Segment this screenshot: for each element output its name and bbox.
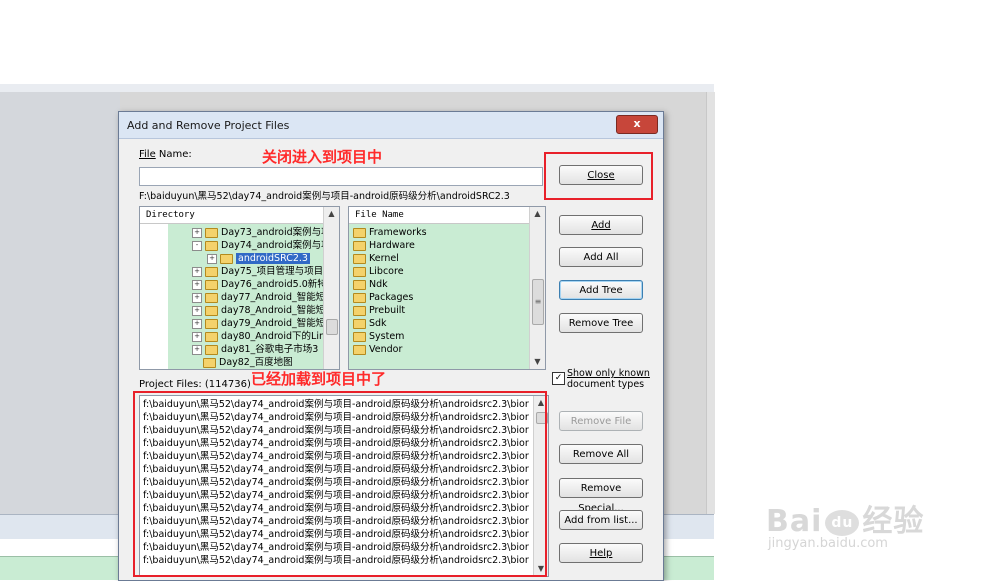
add-all-button[interactable]: Add All: [559, 247, 643, 267]
file-list-header: File Name: [349, 207, 545, 224]
folder-icon: [205, 344, 218, 355]
background-scrollbar[interactable]: [706, 92, 715, 514]
paw-icon: du: [825, 509, 860, 536]
folder-icon: [353, 266, 366, 277]
remove-file-button[interactable]: Remove File: [559, 411, 643, 431]
folder-icon: [220, 253, 233, 264]
folder-icon: [353, 305, 366, 316]
file-list-area: Frameworks Hardware Kernel Libcore Ndk P…: [349, 224, 529, 369]
file-name-input[interactable]: [139, 167, 543, 186]
help-button[interactable]: Help: [559, 543, 643, 563]
baidu-jingyan-logo: Bai du 经验: [766, 504, 925, 539]
add-remove-project-files-dialog: Add and Remove Project Files x File Name…: [118, 111, 664, 581]
folder-icon: [353, 331, 366, 342]
tree-item[interactable]: + Day76_android5.0新特: [192, 278, 327, 291]
directory-header: Directory: [140, 207, 339, 224]
remove-all-button[interactable]: Remove All: [559, 444, 643, 464]
directory-tree-area: + Day73_android案例与项 - Day74_android案例与项 + a…: [140, 224, 331, 369]
scroll-down-arrow-icon[interactable]: ▼: [530, 355, 545, 369]
folder-icon: [353, 240, 366, 251]
remove-tree-button[interactable]: Remove Tree: [559, 313, 643, 333]
add-tree-button[interactable]: Add Tree: [559, 280, 643, 300]
tree-item[interactable]: + day80_Android下的Linu: [192, 330, 331, 343]
file-list-scrollbar[interactable]: ▲ ≡ ▼: [529, 207, 545, 369]
file-name-label: File Name:: [139, 149, 192, 160]
file-item[interactable]: Libcore: [353, 265, 404, 278]
directory-scrollbar[interactable]: ▲: [323, 207, 339, 369]
folder-icon: [353, 253, 366, 264]
folder-icon: [205, 305, 218, 316]
folder-icon: [205, 292, 218, 303]
dialog-title: Add and Remove Project Files: [127, 119, 290, 132]
tree-item[interactable]: + day77_Android_智能短: [192, 291, 325, 304]
file-item[interactable]: Vendor: [353, 343, 402, 356]
file-item[interactable]: Kernel: [353, 252, 399, 265]
remove-special-button[interactable]: Remove Special...: [559, 478, 643, 514]
folder-icon: [353, 279, 366, 290]
file-item[interactable]: Frameworks: [353, 226, 427, 239]
annotation-loaded-note: 已经加载到项目中了: [251, 370, 387, 388]
folder-icon: [205, 266, 218, 277]
file-item[interactable]: Packages: [353, 291, 413, 304]
scroll-up-arrow-icon[interactable]: ▲: [530, 207, 545, 221]
scroll-thumb[interactable]: ≡: [532, 279, 544, 325]
file-item[interactable]: System: [353, 330, 404, 343]
folder-icon: [205, 240, 218, 251]
folder-icon: [203, 357, 216, 368]
tree-item[interactable]: + Day75_项目管理与项目: [192, 265, 323, 278]
watermark-url: jingyan.baidu.com: [768, 536, 888, 551]
add-button[interactable]: Add: [559, 215, 643, 235]
project-files-label: Project Files: (114736): [139, 379, 251, 390]
folder-icon: [205, 279, 218, 290]
tree-item[interactable]: + day79_Android_智能短: [192, 317, 325, 330]
background-left-panel: [0, 92, 120, 514]
show-known-types-label: Show only known document types: [567, 368, 650, 390]
dialog-titlebar: Add and Remove Project Files x: [119, 112, 663, 139]
directory-tree[interactable]: Directory + Day73_android案例与项 - Day74_andr…: [139, 206, 340, 370]
folder-icon: [205, 227, 218, 238]
folder-icon: [353, 292, 366, 303]
tree-item[interactable]: + Day73_android案例与项: [192, 226, 331, 239]
folder-icon: [205, 331, 218, 342]
file-item[interactable]: Sdk: [353, 317, 387, 330]
window-close-button[interactable]: x: [616, 115, 658, 134]
annotation-close-note: 关闭进入到项目中: [262, 148, 383, 166]
file-name-list[interactable]: File Name Frameworks Hardware Kernel Lib…: [348, 206, 546, 370]
add-from-list-button[interactable]: Add from list...: [559, 510, 643, 530]
scroll-up-arrow-icon[interactable]: ▲: [324, 207, 339, 221]
tree-item[interactable]: + day81_谷歌电子市场3: [192, 343, 318, 356]
file-item[interactable]: Ndk: [353, 278, 388, 291]
folder-icon: [353, 227, 366, 238]
file-item[interactable]: Prebuilt: [353, 304, 405, 317]
show-known-types-checkbox[interactable]: ✓: [552, 372, 565, 385]
folder-icon: [353, 318, 366, 329]
close-button[interactable]: Close: [559, 165, 643, 185]
tree-item-selected[interactable]: + androidSRC2.3: [207, 252, 310, 265]
current-path-label: F:\baiduyun\黑马52\day74_android案例与项目-andr…: [139, 191, 510, 202]
file-item[interactable]: Hardware: [353, 239, 415, 252]
tree-item[interactable]: + day78_Android_智能短: [192, 304, 325, 317]
annotation-project-files-highlight: [133, 391, 547, 577]
folder-icon: [353, 344, 366, 355]
tree-item[interactable]: - Day74_android案例与项: [192, 239, 331, 252]
scroll-thumb[interactable]: [326, 319, 338, 335]
folder-icon: [205, 318, 218, 329]
